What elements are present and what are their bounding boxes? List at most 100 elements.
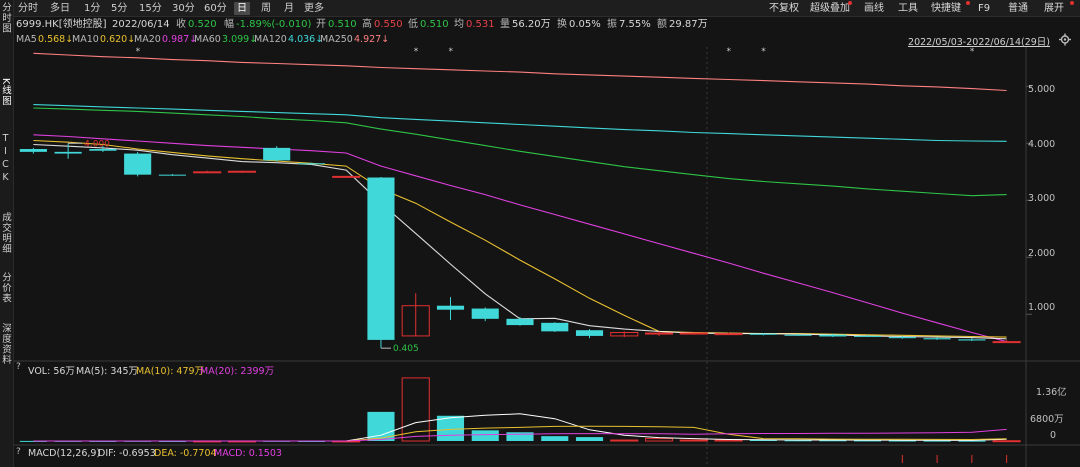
rail-tab-kline[interactable]: K线图 — [0, 78, 14, 106]
super-overlay-button[interactable]: 超级叠加 — [810, 2, 850, 15]
ma120-value: 4.036↓ — [288, 34, 324, 45]
ma20-label: MA20 — [134, 34, 161, 45]
f9-button[interactable]: F9 — [978, 2, 990, 15]
period-5min[interactable]: 5分 — [111, 2, 127, 15]
event-star-marker: * — [414, 47, 419, 57]
top-toolbar: 分时 多日 1分 5分 15分 30分 60分 日 周 月 更多 不复权 超级叠… — [14, 0, 1080, 17]
kline-chart[interactable]: * * * * * * 4.000 0.405 — [14, 47, 1080, 467]
candle-body-down — [263, 147, 291, 161]
period-timeshare[interactable]: 分时 — [18, 2, 38, 15]
period-30min[interactable]: 30分 — [172, 2, 195, 15]
macd-title: MACD(12,26,9) — [28, 448, 101, 459]
candle-body-down — [436, 305, 465, 310]
rail-tab-depth-info[interactable]: 深度资料 — [0, 323, 14, 365]
low-label: 低 — [408, 19, 418, 30]
date-range-link[interactable]: 2022/05/03-2022/06/14(29日) — [908, 34, 1050, 48]
candle-body-down — [541, 322, 569, 332]
period-more[interactable]: 更多 — [304, 2, 324, 15]
open-value: 0.510 — [328, 19, 357, 30]
vol-tick-mid: 6800万 — [1030, 414, 1064, 425]
event-star-marker: * — [970, 47, 975, 57]
macd-header: ? MACD(12,26,9) DIF: -0.6953 DEA: -0.770… — [14, 447, 1080, 460]
period-day[interactable]: 日 — [234, 2, 250, 15]
normal-mode-button[interactable]: 普通 — [1008, 2, 1028, 15]
rail-tab-tick[interactable]: TICK — [0, 133, 14, 185]
ma120-line — [33, 104, 1007, 142]
rail-tab-trade-detail[interactable]: 成交明细 — [0, 212, 14, 254]
shortcut-button[interactable]: 快捷键 — [931, 2, 961, 15]
tools-button[interactable]: 工具 — [898, 2, 918, 15]
ma5-value: 0.568↓ — [38, 34, 74, 45]
ma-lines — [33, 52, 1007, 343]
draw-line-button[interactable]: 画线 — [864, 2, 884, 15]
ma20-line — [33, 134, 1007, 343]
turnover-label: 换 — [557, 19, 567, 30]
rail-tab-timeshare[interactable]: 分时图 — [0, 2, 14, 34]
price-tick-1000: 1.000 — [1028, 302, 1056, 313]
candle-body-down — [54, 151, 82, 154]
ma60-line — [33, 107, 1007, 197]
low-value: 0.510 — [420, 19, 449, 30]
candles — [19, 143, 1021, 349]
turnover-value: 0.05% — [569, 19, 601, 30]
volume-bar-down — [436, 415, 465, 441]
volume-bar-up — [679, 439, 708, 442]
period-1min[interactable]: 1分 — [84, 2, 100, 15]
period-15min[interactable]: 15分 — [139, 2, 162, 15]
period-60min[interactable]: 60分 — [204, 2, 227, 15]
avg-label: 均 — [454, 19, 464, 30]
candle-body-down — [958, 339, 986, 341]
rail-tab-timeshare-label: 分时图 — [0, 2, 11, 34]
volume-label: 量 — [500, 19, 510, 30]
volume-bars — [19, 377, 1021, 443]
no-adjust-button[interactable]: 不复权 — [769, 2, 799, 15]
chart-grid: * * * * * * — [14, 47, 1080, 467]
candle-body-down — [506, 318, 534, 326]
ma60-label: MA60 — [194, 34, 221, 45]
volume-bar-up — [644, 438, 674, 442]
rail-tab-tick-label: TICK — [0, 133, 11, 185]
high-label: 高 — [362, 19, 372, 30]
candle-body-down — [749, 333, 777, 335]
event-star-marker: * — [727, 47, 732, 57]
period-week[interactable]: 周 — [261, 2, 271, 15]
candle-body-down — [819, 334, 847, 337]
ma250-line — [33, 52, 1007, 92]
ma20-value: 0.987↓ — [162, 34, 198, 45]
candle-body-up — [714, 333, 743, 336]
candle-body-up — [679, 332, 708, 335]
candle-body-down — [888, 337, 916, 339]
expand-button[interactable]: 展开 — [1044, 2, 1064, 15]
close-value: 0.520 — [188, 19, 217, 30]
volume-bar-up — [714, 439, 743, 442]
amplitude-value: 7.55% — [619, 19, 651, 30]
help-question-icon[interactable]: ? — [16, 362, 25, 374]
ma5-label: MA5 — [16, 34, 37, 45]
help-question-icon[interactable]: ? — [16, 447, 25, 459]
quote-info-bar: 6999.HK[领地控股] 2022/06/14 收 0.520 幅 -1.89… — [14, 17, 1080, 33]
ma250-value: 4.927↓ — [354, 34, 390, 45]
avg-value: 0.531 — [466, 19, 495, 30]
price-tick-4000: 4.000 — [1028, 139, 1056, 150]
candle-body-down — [923, 338, 951, 340]
price-tick-3000: 3.000 — [1028, 193, 1056, 204]
rail-tab-price-table[interactable]: 分价表 — [0, 272, 14, 304]
amount-label: 额 — [657, 19, 667, 30]
amount-value: 29.87万 — [669, 19, 708, 30]
candle-body-up — [332, 175, 361, 178]
vol-ma10: MA(10): 479万 — [136, 366, 205, 377]
ma5-line — [33, 143, 1007, 340]
ma10-label: MA10 — [72, 34, 99, 45]
high-marker-label: 4.000 — [84, 139, 110, 149]
vol-ma5: MA(5): 345万 — [76, 366, 139, 377]
macd-dif: DIF: -0.6953 — [98, 448, 156, 459]
close-label: 收 — [176, 19, 186, 30]
period-month[interactable]: 月 — [284, 2, 294, 15]
period-multiday[interactable]: 多日 — [50, 2, 70, 15]
settings-gear-icon[interactable] — [1058, 33, 1072, 46]
rail-tab-trade-detail-label: 成交明细 — [0, 212, 11, 254]
volume-bar-down — [471, 430, 499, 441]
volume-bar-up — [610, 439, 639, 442]
volume-value: 56.20万 — [512, 19, 551, 30]
ma-legend-bar: MA5 0.568↓ MA10 0.620↓ MA20 0.987↓ MA60 … — [14, 33, 1080, 48]
